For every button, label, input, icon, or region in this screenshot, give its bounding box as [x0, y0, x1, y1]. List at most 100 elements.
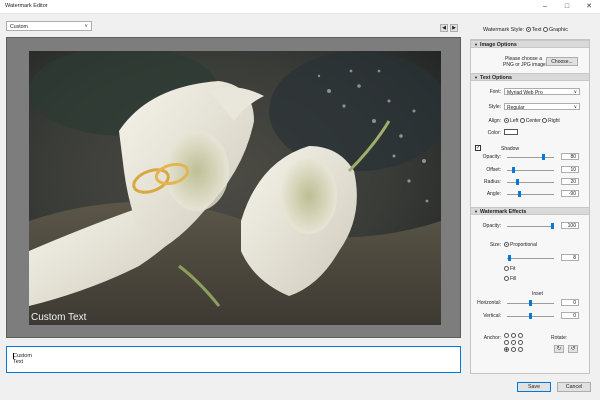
- collapse-triangle-icon: ▼: [474, 75, 478, 80]
- preset-dropdown[interactable]: Custom ∨: [6, 21, 92, 31]
- style-text-label: Text: [531, 27, 542, 33]
- color-label: Color:: [487, 130, 501, 136]
- next-button[interactable]: ▶: [450, 24, 458, 32]
- maximize-icon[interactable]: □: [556, 0, 578, 13]
- shadow-offset-field[interactable]: 10: [561, 166, 579, 173]
- choose-image-button[interactable]: Choose...: [546, 57, 578, 66]
- shadow-radius-track: [507, 182, 554, 183]
- rotate-clockwise-button[interactable]: ↻: [554, 345, 564, 353]
- cancel-button[interactable]: Cancel: [557, 382, 591, 392]
- shadow-angle-field[interactable]: -90: [561, 190, 579, 197]
- shadow-opacity-slider[interactable]: [542, 154, 545, 160]
- minimize-icon[interactable]: –: [534, 0, 556, 13]
- title-bar: Watermark Editor – □ ✕: [0, 0, 600, 14]
- effects-opacity-field[interactable]: 100: [561, 222, 579, 229]
- font-value: Myriad Web Pro: [507, 89, 543, 96]
- chevron-down-icon: ∨: [573, 104, 577, 109]
- image-hint-line2: PNG or JPG image: [503, 62, 546, 68]
- size-track: [507, 258, 554, 259]
- anchor-bottom-center[interactable]: [511, 347, 516, 352]
- shadow-offset-label: Offset:: [486, 167, 501, 173]
- style-graphic-label: Graphic: [549, 27, 568, 33]
- effects-opacity-label: Opacity:: [482, 223, 501, 229]
- anchor-top-center[interactable]: [511, 333, 516, 338]
- vertical-slider[interactable]: [529, 313, 532, 319]
- collapse-triangle-icon: ▼: [474, 42, 478, 47]
- size-slider[interactable]: [508, 255, 511, 261]
- rotate-counterclockwise-icon: ↺: [570, 346, 576, 352]
- align-left-radio[interactable]: [504, 118, 509, 123]
- anchor-middle-right[interactable]: [518, 340, 523, 345]
- size-proportional-radio[interactable]: [504, 242, 509, 247]
- align-right-label: Right: [548, 118, 560, 124]
- preview-photo: [29, 51, 441, 325]
- shadow-opacity-track: [507, 157, 554, 158]
- chevron-down-icon: ∨: [573, 89, 577, 94]
- shadow-checkbox[interactable]: ✓: [475, 145, 481, 151]
- align-label: Align:: [488, 118, 501, 124]
- size-fit-label: Fit: [510, 266, 516, 272]
- shadow-angle-slider[interactable]: [518, 191, 521, 197]
- size-fill-label: Fill: [510, 276, 517, 282]
- watermark-style: Watermark Style: Text Graphic: [483, 27, 568, 33]
- shadow-opacity-field[interactable]: 80: [561, 153, 579, 160]
- chevron-down-icon: ∨: [84, 23, 88, 29]
- previous-button[interactable]: ◀: [440, 24, 448, 32]
- text-options-title: Text Options: [480, 75, 512, 81]
- watermark-preview-text[interactable]: Custom Text: [31, 312, 86, 323]
- anchor-top-right[interactable]: [518, 333, 523, 338]
- effects-opacity-track: [507, 226, 554, 227]
- shadow-offset-slider[interactable]: [512, 167, 515, 173]
- close-icon[interactable]: ✕: [578, 0, 600, 13]
- shadow-radius-slider[interactable]: [516, 179, 519, 185]
- rotate-counterclockwise-button[interactable]: ↺: [568, 345, 578, 353]
- text-caret: [13, 353, 14, 359]
- effects-opacity-slider[interactable]: [551, 223, 554, 229]
- shadow-angle-label: Angle:: [486, 191, 501, 197]
- size-proportional-label: Proportional: [510, 242, 537, 248]
- font-dropdown[interactable]: Myriad Web Pro ∨: [504, 88, 580, 96]
- size-fill-option: Fill: [504, 276, 516, 282]
- vertical-label: Vertical:: [483, 313, 501, 319]
- anchor-middle-left[interactable]: [504, 340, 509, 345]
- watermark-effects-header[interactable]: ▼ Watermark Effects: [471, 207, 589, 215]
- horizontal-field[interactable]: 0: [561, 299, 579, 306]
- shadow-radius-label: Radius:: [484, 179, 501, 185]
- custom-text-input[interactable]: Custom Text: [6, 346, 461, 373]
- style-graphic-radio[interactable]: [543, 27, 549, 32]
- collapse-triangle-icon: ▼: [474, 209, 478, 214]
- anchor-top-left[interactable]: [504, 333, 509, 338]
- watermark-style-label: Watermark Style:: [483, 27, 525, 33]
- size-field[interactable]: 8: [561, 254, 579, 261]
- shadow-radius-field[interactable]: 20: [561, 178, 579, 185]
- size-fill-radio[interactable]: [504, 276, 509, 281]
- save-button[interactable]: Save: [517, 382, 551, 392]
- preset-value: Custom: [10, 24, 28, 30]
- text-options-header[interactable]: ▼ Text Options: [471, 73, 589, 81]
- horizontal-label: Horizontal:: [477, 300, 501, 306]
- shadow-opacity-label: Opacity:: [482, 154, 501, 160]
- shadow-label: Shadow: [501, 146, 520, 152]
- image-options-header[interactable]: ▼ Image Options: [471, 40, 589, 48]
- align-center-label: Center: [525, 118, 541, 124]
- anchor-center[interactable]: [511, 340, 516, 345]
- align-right-radio[interactable]: [542, 118, 548, 123]
- style-dropdown[interactable]: Regular ∨: [504, 103, 580, 111]
- size-fit-option: Fit: [504, 266, 516, 272]
- window-title: Watermark Editor: [5, 3, 48, 9]
- triangle-right-icon: ▶: [452, 25, 456, 31]
- watermark-effects-title: Watermark Effects: [480, 209, 527, 215]
- anchor-bottom-right[interactable]: [518, 347, 523, 352]
- color-swatch[interactable]: [504, 129, 518, 135]
- align-center-radio[interactable]: [519, 118, 525, 123]
- style-text-radio[interactable]: [525, 27, 531, 32]
- custom-text-value: Custom Text: [13, 353, 32, 365]
- style-label: Style:: [488, 104, 501, 110]
- anchor-bottom-left[interactable]: [504, 347, 509, 352]
- size-fit-radio[interactable]: [504, 266, 509, 271]
- inset-label: Inset: [532, 291, 543, 297]
- horizontal-slider[interactable]: [529, 300, 532, 306]
- size-label: Size:: [489, 242, 501, 248]
- anchor-label: Anchor:: [483, 335, 501, 341]
- vertical-field[interactable]: 0: [561, 312, 579, 319]
